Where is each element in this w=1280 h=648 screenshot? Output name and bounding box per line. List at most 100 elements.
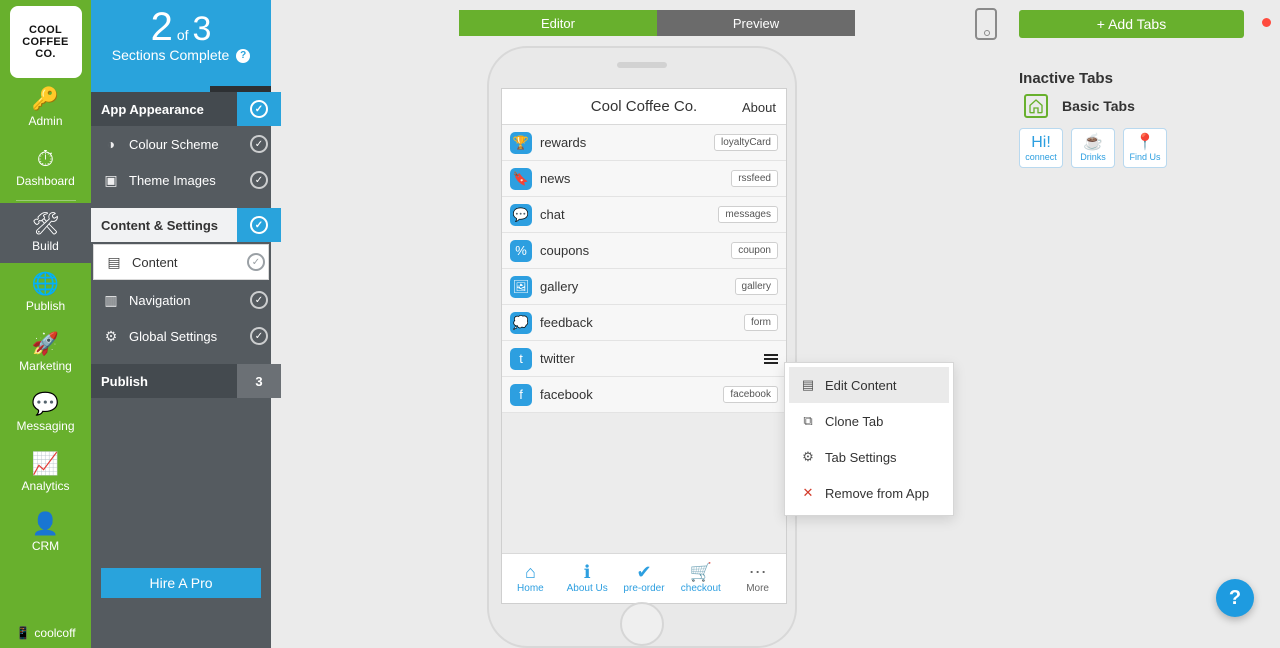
tab-row-coupons[interactable]: %couponscoupon [502,233,786,269]
inactive-slot-drinks[interactable]: ☕Drinks [1071,128,1115,168]
drag-handle-icon[interactable] [764,354,778,364]
help-icon[interactable]: ? [236,49,250,63]
bottom-nav-pre-order[interactable]: ✔pre-order [616,554,673,603]
ctx-edit-content[interactable]: ▤Edit Content [789,367,949,403]
rail-item-analytics[interactable]: 📈 Analytics [0,443,91,503]
progress-done: 2 [151,8,173,46]
bottom-nav-icon: 🛒 [690,563,712,581]
inactive-slot-find-us[interactable]: 📍Find Us [1123,128,1167,168]
mode-toggle: Editor Preview [459,10,855,36]
tab-type-badge: loyaltyCard [714,134,778,151]
card-icon: ▤ [104,254,124,271]
rail-footer[interactable]: 📱coolcoff [0,626,91,640]
bottom-nav-more[interactable]: ⋯More [729,554,786,603]
tab-type-badge: facebook [723,386,778,403]
ctx-icon: ▤ [797,377,819,393]
check-icon: ✓ [250,135,268,153]
editor-tab[interactable]: Editor [459,10,657,36]
bottom-nav-checkout[interactable]: 🛒checkout [672,554,729,603]
tools-icon: 🛠 [0,211,91,237]
check-icon: ✓ [250,216,268,234]
sub-theme-images[interactable]: ▣ Theme Images ✓ [91,162,271,198]
app-header: Cool Coffee Co. About [502,89,786,125]
tab-label: facebook [540,387,593,402]
bottom-nav-icon: ℹ [584,563,591,581]
tab-label: chat [540,207,565,222]
rail-item-dashboard[interactable]: ⏱ Dashboard [0,138,91,198]
rail-item-publish[interactable]: 🌐 Publish [0,263,91,323]
phone-icon: 📱 [15,626,30,640]
rail-item-build[interactable]: 🛠 Build [0,203,91,263]
image-icon: ▣ [101,172,121,189]
check-icon: ✓ [250,100,268,118]
section-app-appearance[interactable]: App Appearance ✓ [91,92,271,126]
device-orientation-toggle[interactable] [975,8,997,40]
ctx-remove-from-app[interactable]: ✕Remove from App [789,475,949,511]
preview-tab[interactable]: Preview [657,10,855,36]
basic-tabs-row[interactable]: Basic Tabs [1024,94,1135,118]
rail-item-crm[interactable]: 👤 CRM [0,503,91,563]
section-content-settings[interactable]: Content & Settings ✓ [91,208,271,242]
bottom-nav-icon: ⌂ [525,563,536,581]
tab-context-menu: ▤Edit Content⧉Clone Tab⚙Tab Settings✕Rem… [784,362,954,516]
sub-colour-scheme[interactable]: ◑ Colour Scheme ✓ [91,126,271,162]
ctx-tab-settings[interactable]: ⚙Tab Settings [789,439,949,475]
chat-icon: 💬 [510,204,532,226]
tab-row-facebook[interactable]: ffacebookfacebook [502,377,786,413]
phone-mock: Cool Coffee Co. About 🏆rewardsloyaltyCar… [487,46,797,648]
sub-navigation[interactable]: ▥ Navigation ✓ [91,282,271,318]
slot-icon: 📍 [1135,135,1155,151]
inactive-slot-connect[interactable]: Hi!connect [1019,128,1063,168]
check-icon: ✓ [247,253,265,271]
person-icon: 👤 [0,511,91,537]
bottom-nav-home[interactable]: ⌂Home [502,554,559,603]
inactive-tabs-heading: Inactive Tabs [1019,70,1113,87]
tab-label: twitter [540,351,575,366]
bottom-nav-icon: ⋯ [749,563,767,581]
tab-row-feedback[interactable]: 💭feedbackform [502,305,786,341]
rail-item-marketing[interactable]: 🚀 Marketing [0,323,91,383]
tab-row-gallery[interactable]: 🖼gallerygallery [502,269,786,305]
news-icon: 🔖 [510,168,532,190]
gauge-icon: ⏱ [0,146,91,172]
bottom-nav: ⌂HomeℹAbout Us✔pre-order🛒checkout⋯More [502,553,786,603]
tab-row-chat[interactable]: 💬chatmessages [502,197,786,233]
ctx-icon: ⚙ [797,449,819,465]
rail-item-admin[interactable]: 🔑 Admin [0,78,91,138]
check-icon: ✓ [250,327,268,345]
sub-global-settings[interactable]: ⚙ Global Settings ✓ [91,318,271,354]
tab-row-news[interactable]: 🔖 news rssfeed [502,161,786,197]
bottom-nav-icon: ✔ [636,563,651,581]
tab-type-badge: form [744,314,778,331]
palette-icon: ◑ [101,136,121,152]
ctx-icon: ⧉ [797,413,819,429]
tab-row-rewards[interactable]: 🏆rewardsloyaltyCard [502,125,786,161]
rocket-icon: 🚀 [0,331,91,357]
app-title: Cool Coffee Co. [591,98,697,115]
ctx-clone-tab[interactable]: ⧉Clone Tab [789,403,949,439]
app-about-link[interactable]: About [742,89,776,125]
bottom-nav-about-us[interactable]: ℹAbout Us [559,554,616,603]
gear-icon: ⚙ [101,328,121,345]
help-fab[interactable]: ? [1216,579,1254,617]
check-icon: ✓ [250,171,268,189]
slot-icon: ☕ [1083,135,1103,151]
rail-item-messaging[interactable]: 💬 Messaging [0,383,91,443]
progress-total: 3 [193,10,212,49]
tab-row-twitter[interactable]: ttwitter [502,341,786,377]
section-publish[interactable]: Publish 3 [91,364,271,398]
hire-a-pro-button[interactable]: Hire A Pro [101,568,261,598]
sub-content[interactable]: ▤ Content ✓ [93,244,269,280]
tab-type-badge: rssfeed [731,170,778,187]
add-tabs-button[interactable]: + Add Tabs [1019,10,1244,38]
phone-home-button[interactable] [620,602,664,646]
globe-icon: 🌐 [0,271,91,297]
tab-label: news [540,171,570,186]
tab-list: 🏆rewardsloyaltyCard🔖newsrssfeed💬chatmess… [502,125,786,413]
brand-logo: COOL COFFEE CO. [10,6,82,78]
ctx-icon: ✕ [797,485,819,501]
progress-box: 2 of 3 Sections Complete ? [91,0,271,86]
tab-label: feedback [540,315,593,330]
app-screen: Cool Coffee Co. About 🏆rewardsloyaltyCar… [501,88,787,604]
tab-label: coupons [540,243,589,258]
